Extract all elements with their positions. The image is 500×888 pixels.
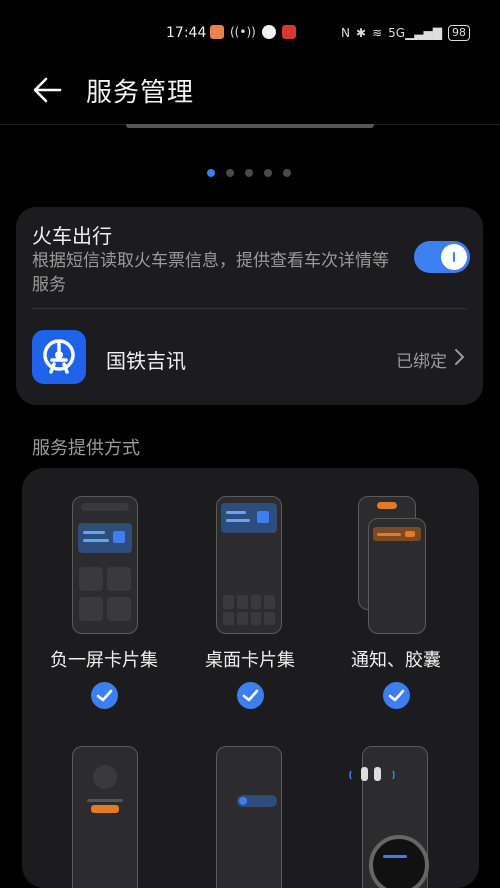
lock-screen-illustration	[72, 746, 138, 888]
app-notification-icon	[210, 25, 224, 39]
status-time: 17:44	[166, 25, 207, 41]
option-checkbox[interactable]	[237, 682, 264, 709]
option-label: 负一屏卡片集	[50, 650, 158, 671]
status-system-icons: N ✱ ≋ 5G▁▃▅▇ 98	[341, 25, 470, 41]
option-notification-capsule[interactable]: 通知、胶囊	[326, 468, 466, 728]
app-bind-status: 已绑定	[396, 352, 447, 372]
page-title: 服务管理	[86, 78, 195, 108]
service-mode-grid: 负一屏卡片集 桌面卡片集 通知、胶囊	[22, 468, 479, 888]
check-icon	[388, 689, 405, 702]
option-desktop-cards[interactable]: 桌面卡片集	[180, 468, 320, 728]
battery-indicator: 98	[448, 25, 470, 41]
toggle-knob	[441, 244, 467, 270]
desktop-cards-illustration	[216, 496, 282, 634]
pager-dot[interactable]	[264, 169, 272, 177]
railway-app-icon	[32, 330, 86, 384]
check-icon	[242, 689, 259, 702]
bound-app-row[interactable]: 国铁吉讯 已绑定	[16, 309, 483, 405]
chevron-right-icon	[455, 349, 464, 365]
option-label: 通知、胶囊	[351, 650, 441, 671]
option-wearable[interactable]	[326, 738, 466, 888]
minus-one-screen-illustration	[72, 496, 138, 634]
arrow-left-icon	[33, 77, 62, 103]
aod-capsule-illustration	[216, 746, 282, 888]
service-card: 火车出行 根据短信读取火车票信息，提供查看车次详情等服务 国铁吉讯 已绑定	[16, 207, 483, 405]
service-title: 火车出行	[32, 224, 112, 248]
bluetooth-icon: ✱	[356, 26, 367, 40]
status-notification-icons: ((•))	[210, 25, 296, 39]
notification-capsule-illustration-front	[368, 518, 426, 634]
app-notification-icon	[261, 25, 276, 39]
option-checkbox[interactable]	[383, 682, 410, 709]
back-button[interactable]	[30, 72, 66, 108]
app-header: 服务管理	[0, 66, 500, 124]
pager-dot[interactable]	[283, 169, 291, 177]
signal-icon: 5G▁▃▅▇	[388, 26, 442, 40]
section-label: 服务提供方式	[32, 438, 140, 459]
app-notification-icon	[281, 25, 296, 39]
pager-dot-active[interactable]	[207, 169, 215, 177]
option-minus-one-screen[interactable]: 负一屏卡片集	[34, 468, 174, 728]
option-aod-capsule[interactable]	[180, 738, 320, 888]
pager-dot[interactable]	[245, 169, 253, 177]
status-bar: 17:44 ((•)) N ✱ ≋ 5G▁▃▅▇ 98	[0, 0, 500, 66]
app-name: 国铁吉讯	[106, 349, 186, 373]
option-label: 桌面卡片集	[205, 650, 295, 671]
check-icon	[96, 689, 113, 702]
wifi-icon: ≋	[372, 26, 383, 40]
carousel-pager[interactable]	[207, 169, 291, 177]
option-lock-screen[interactable]	[34, 738, 174, 888]
nfc-icon: N	[341, 26, 351, 40]
service-toggle[interactable]	[414, 241, 470, 273]
option-checkbox[interactable]	[91, 682, 118, 709]
service-description: 根据短信读取火车票信息，提供查看车次详情等服务	[32, 251, 389, 295]
earbuds-icon	[349, 767, 395, 781]
hotspot-icon: ((•))	[230, 25, 256, 39]
preview-carousel-edge[interactable]	[126, 124, 374, 128]
pager-dot[interactable]	[226, 169, 234, 177]
wearable-illustration	[349, 746, 429, 888]
